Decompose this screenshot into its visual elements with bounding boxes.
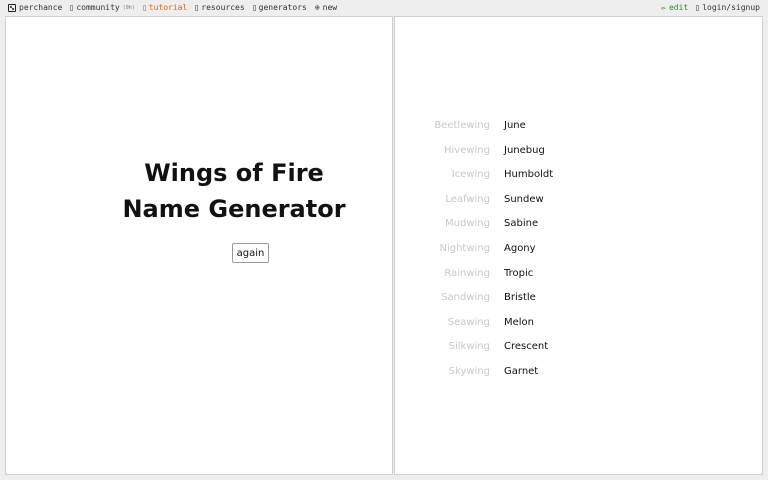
names-panel: Beetlewing June Hivewing Junebug Icewing Hu…: [394, 16, 763, 475]
resources-icon: [195, 4, 199, 11]
list-item: Hivewing Junebug: [395, 145, 762, 170]
home-link[interactable]: perchance: [8, 3, 62, 12]
list-item: Leafwing Sundew: [395, 194, 762, 219]
generator-output-panel: Wings of Fire Name Generator again: [5, 16, 393, 475]
dragon-name: Bristle: [504, 292, 536, 304]
tutorial-label: tutorial: [148, 3, 188, 12]
dragon-name: Crescent: [504, 341, 549, 353]
tutorial-link[interactable]: tutorial: [142, 3, 188, 12]
site-name: perchance: [19, 3, 63, 12]
edit-link[interactable]: ✏ edit: [661, 3, 688, 12]
dragon-name: June: [504, 120, 526, 131]
login-label: login/signup: [702, 3, 760, 12]
die-icon: [8, 3, 16, 12]
generators-icon: [252, 4, 256, 11]
list-item: Silkwing Crescent: [395, 341, 762, 366]
dragon-name: Sundew: [504, 193, 544, 205]
tribe-label: Hivewing: [443, 144, 490, 156]
list-item: Icewing Humboldt: [395, 169, 762, 194]
tribe-label: Skywing: [448, 365, 490, 377]
community-link[interactable]: community (9h): [70, 3, 135, 12]
list-item: Skywing Garnet: [395, 366, 762, 391]
list-item: Seawing Melon: [395, 317, 762, 342]
resources-link[interactable]: resources: [195, 3, 245, 12]
pencil-icon: ✏: [661, 2, 666, 12]
edit-label: edit: [668, 3, 689, 12]
community-icon: [70, 4, 74, 11]
dragon-name: Agony: [504, 242, 536, 254]
dragon-name: Humboldt: [504, 169, 554, 181]
tribe-label: Sandwing: [441, 292, 490, 304]
tribe-label: Beetlewing: [434, 120, 490, 131]
tribe-label: Mudwing: [445, 218, 490, 230]
new-link[interactable]: ⊕ new: [315, 3, 337, 12]
list-item: Sandwing Bristle: [395, 292, 762, 317]
plus-circle-icon: ⊕: [314, 2, 320, 12]
dragon-name: Garnet: [504, 365, 539, 377]
dragon-name: Melon: [504, 316, 535, 328]
new-label: new: [322, 3, 338, 12]
nav-left: perchance community (9h) tutorial resour…: [8, 3, 337, 12]
list-item: Rainwing Tropic: [395, 268, 762, 293]
list-item: Beetlewing June: [395, 120, 762, 145]
generators-label: generators: [258, 3, 307, 12]
tutorial-icon: [142, 4, 146, 11]
tribe-label: Nightwing: [439, 242, 490, 254]
list-item: Nightwing Agony: [395, 243, 762, 268]
community-badge: (9h): [122, 4, 135, 11]
top-nav: perchance community (9h) tutorial resour…: [0, 0, 768, 16]
tribe-label: Rainwing: [444, 267, 490, 279]
page-title: Wings of Fire Name Generator: [122, 159, 346, 223]
dragon-name: Sabine: [504, 218, 539, 230]
login-link[interactable]: login/signup: [696, 3, 760, 12]
dragon-name: Junebug: [504, 144, 545, 156]
user-icon: [696, 4, 700, 11]
tribe-label: Icewing: [451, 169, 490, 181]
tribe-label: Leafwing: [445, 193, 490, 205]
nav-right: ✏ edit login/signup: [661, 3, 760, 12]
generators-link[interactable]: generators: [252, 3, 307, 12]
names-list: Beetlewing June Hivewing Junebug Icewing Hu…: [395, 120, 762, 391]
dragon-name: Tropic: [504, 267, 534, 279]
community-label: community: [76, 3, 120, 12]
resources-label: resources: [201, 3, 245, 12]
tribe-label: Silkwing: [448, 341, 490, 353]
list-item: Mudwing Sabine: [395, 218, 762, 243]
again-button[interactable]: again: [232, 243, 269, 263]
tribe-label: Seawing: [447, 316, 490, 328]
